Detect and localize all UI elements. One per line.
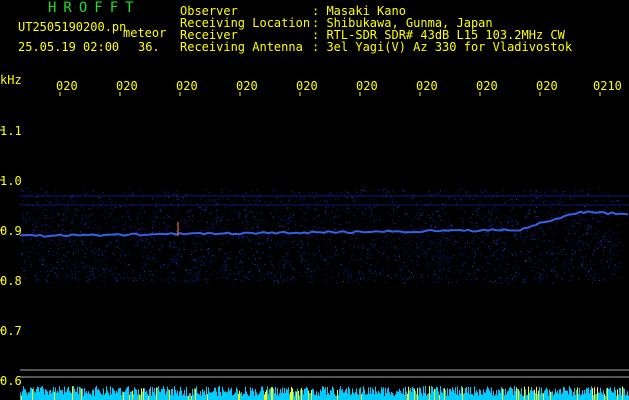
y-tick-label: 1.0 — [0, 174, 22, 188]
x-tick-label: 0210 — [593, 79, 622, 93]
x-tick-label: 020 — [296, 79, 318, 93]
x-tick-label: 020 — [56, 79, 78, 93]
meteor-label: meteor — [123, 26, 167, 40]
filename-label: UT2505190200.pn — [18, 20, 127, 34]
carrier-trace — [19, 210, 629, 238]
signal-strength-bars — [20, 386, 629, 400]
x-tick-label: 020 — [236, 79, 258, 93]
meteor-count: 36. — [138, 40, 160, 54]
spectrogram-plot — [0, 92, 629, 400]
x-tick-label: 020 — [536, 79, 558, 93]
x-tick-label: 020 — [476, 79, 498, 93]
noise-band — [20, 188, 621, 284]
x-tick-label: 020 — [176, 79, 198, 93]
y-axis-unit: kHz — [0, 73, 22, 87]
y-tick-label: 0.7 — [0, 324, 22, 338]
datetime-label: 25.05.19 02:00 — [18, 40, 120, 54]
y-tick-label: 0.9 — [0, 224, 22, 238]
antenna-value: : 3el Yagi(V) Az 330 for Vladivostok — [312, 40, 573, 54]
y-tick-label: 1.1 — [0, 124, 22, 138]
antenna-label: Receiving Antenna — [180, 40, 303, 54]
x-tick-label: 020 — [416, 79, 438, 93]
y-tick-label: 0.6 — [0, 374, 22, 388]
brand-label: HROFFT — [48, 0, 141, 16]
x-tick-label: 020 — [116, 79, 138, 93]
x-tick-label: 020 — [356, 79, 378, 93]
y-tick-label: 0.8 — [0, 274, 22, 288]
